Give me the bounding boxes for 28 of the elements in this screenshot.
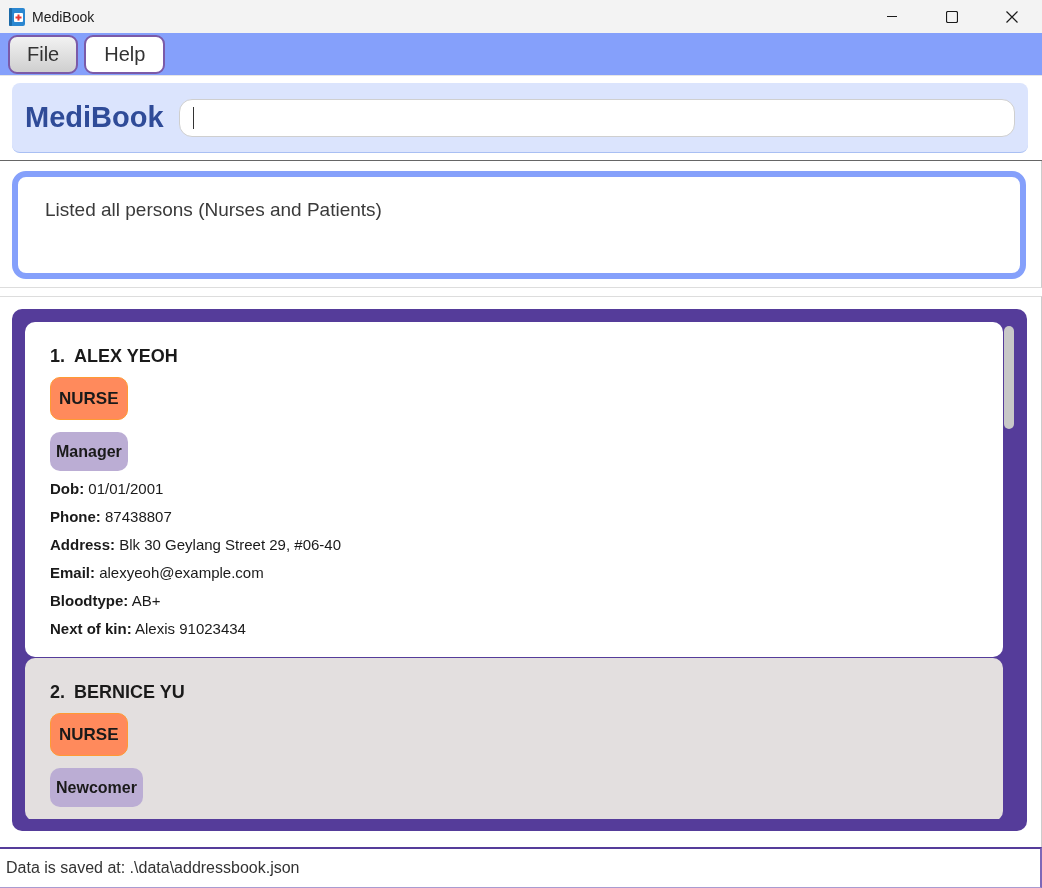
tag-badge: Manager — [50, 432, 128, 471]
role-badge: NURSE — [50, 713, 128, 756]
person-detail: Email: alexyeoh@example.com — [50, 563, 265, 583]
person-index: 2. — [50, 682, 65, 703]
command-field[interactable] — [178, 98, 1015, 137]
person-card[interactable]: 1. ALEX YEOH NURSE Manager Dob: 01/01/2001 Phone: 87438807 Address: Blk 30 Geylang Street 29, #06-40 Email: alexyeoh@example.com Bloodtype: AB+ Next of kin: Alexis 91023434 — [25, 322, 1003, 657]
person-detail: Next of kin: Alexis 91023434 — [50, 619, 247, 639]
maximize-icon — [946, 10, 958, 23]
person-name: ALEX YEOH — [74, 346, 178, 367]
person-detail: Phone: 87438807 — [50, 507, 173, 527]
close-icon — [1006, 10, 1018, 23]
app-title: MediBook — [25, 101, 164, 134]
person-detail: Address: Blk 30 Geylang Street 29, #06-40 — [50, 535, 342, 555]
person-index: 1. — [50, 346, 65, 367]
person-card[interactable]: 2. BERNICE YU NURSE Newcomer — [25, 658, 1003, 819]
menu-item[interactable]: Help — [84, 35, 166, 74]
person-detail: Bloodtype: AB+ — [50, 591, 162, 611]
role-badge: NURSE — [50, 377, 128, 420]
window-title: MediBook — [32, 8, 95, 25]
minimize-icon — [887, 16, 897, 17]
menu-item[interactable]: File — [8, 35, 79, 74]
person-name: BERNICE YU — [74, 682, 185, 703]
status-bar: Data is saved at: .\data\addressbook.json — [0, 847, 1042, 888]
result-message: Listed all persons (Nurses and Patients) — [45, 199, 382, 220]
scrollbar-thumb[interactable] — [1004, 326, 1014, 429]
medical-book-icon — [9, 7, 25, 26]
tag-badge: Newcomer — [50, 768, 143, 807]
person-detail: Dob: 01/01/2001 — [50, 479, 165, 499]
